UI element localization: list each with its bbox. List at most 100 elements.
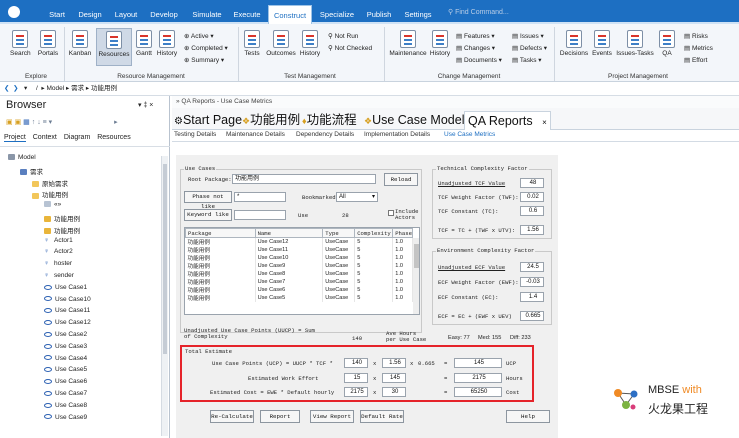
app-menu-icon[interactable] — [8, 6, 20, 18]
recalculate-button[interactable]: Re-Calculate — [210, 410, 254, 423]
defects-menu[interactable]: ▤ Defects ▾ — [512, 44, 547, 52]
not-checked-filter[interactable]: ⚲ Not Checked — [328, 44, 372, 52]
phase-not-like-button[interactable]: Phase not like — [184, 191, 232, 210]
tab-specialize[interactable]: Specialize — [316, 5, 358, 24]
tree-item[interactable]: Use Case9 — [44, 414, 87, 421]
tab-testing-details[interactable]: Testing Details — [174, 131, 216, 138]
tree-item[interactable]: Use Case6 — [44, 378, 87, 385]
decisions-button[interactable]: Decisions — [558, 30, 590, 57]
table-row[interactable]: 功能用例 Use Case10 UseCase 5 1.0 — [185, 254, 413, 262]
tab-execute[interactable]: Execute — [230, 5, 264, 24]
table-row[interactable]: 功能用例 Use Case8 UseCase 5 1.0 — [185, 270, 413, 278]
col-complexity[interactable]: Complexity — [354, 228, 394, 238]
tab-develop[interactable]: Develop — [146, 5, 182, 24]
outcomes-button[interactable]: Outcomes — [264, 30, 298, 57]
features-menu[interactable]: ▤ Features ▾ — [456, 32, 495, 40]
tab-use-case-metrics[interactable]: Use Case Metrics — [444, 131, 495, 138]
table-row[interactable]: 功能用例 Use Case6 UseCase 5 1.0 — [185, 286, 413, 294]
back-icon[interactable]: ❮ — [4, 82, 9, 96]
doctab-qa-reports[interactable]: QA Reports × — [464, 111, 551, 130]
not-run-filter[interactable]: ⚲ Not Run — [328, 32, 358, 40]
table-row[interactable]: 功能用例 Use Case7 UseCase 5 1.0 — [185, 278, 413, 286]
doctab-functional-flow[interactable]: ♦功能流程 — [302, 111, 357, 130]
tree-item[interactable]: ♀ Actor2 — [44, 248, 73, 255]
tasks-menu[interactable]: ▤ Tasks ▾ — [512, 56, 542, 64]
tree-item[interactable]: Use Case3 — [44, 343, 87, 350]
tab-maintenance-details[interactable]: Maintenance Details — [226, 131, 285, 138]
browser-tab-context[interactable]: Context — [33, 134, 57, 141]
effort-button[interactable]: ▤ Effort — [684, 56, 707, 64]
keyword-like-button[interactable]: Keyword like — [184, 209, 232, 221]
history-button[interactable]: History — [156, 30, 178, 57]
default-rate-button[interactable]: Default Rate — [360, 410, 404, 423]
tree-item[interactable]: Use Case2 — [44, 331, 87, 338]
tree-item[interactable]: ♀ sender — [44, 272, 74, 279]
bookmarked-select[interactable]: All ▾ — [336, 192, 378, 202]
tab-construct[interactable]: Construct — [268, 5, 312, 24]
close-icon[interactable]: × — [542, 118, 547, 127]
change-history-button[interactable]: History — [428, 30, 452, 57]
report-button[interactable]: Report — [260, 410, 300, 423]
tree-item[interactable]: 功能用例 — [44, 213, 80, 223]
kanban-button[interactable]: Kanban — [68, 30, 92, 57]
browser-tab-diagram[interactable]: Diagram — [64, 134, 90, 141]
tree-item[interactable]: 功能用例 — [44, 225, 80, 235]
documents-menu[interactable]: ▤ Documents ▾ — [456, 56, 502, 64]
doctab-start-page[interactable]: ⚙Start Page — [174, 111, 242, 130]
col-phase[interactable]: Phase — [392, 228, 413, 238]
ecf-weight-field[interactable]: -0.03 — [520, 277, 544, 287]
col-package[interactable]: Package — [185, 228, 256, 238]
tcf-weight-field[interactable]: 0.02 — [520, 192, 544, 202]
events-button[interactable]: Events — [590, 30, 614, 57]
forward-icon[interactable]: ❯ — [13, 82, 18, 96]
tree-item[interactable]: 功能用例 — [32, 189, 68, 199]
resources-button[interactable]: Resources — [96, 28, 132, 66]
tree-item[interactable]: Use Case10 — [44, 296, 91, 303]
new-element-icon[interactable]: ▦ — [23, 119, 30, 126]
test-history-button[interactable]: History — [298, 30, 322, 57]
qa-button[interactable]: QA — [658, 30, 676, 57]
summary-filter[interactable]: ⊕ Summary ▾ — [184, 56, 224, 64]
tree-item[interactable]: 原始需求 — [32, 178, 68, 188]
tests-button[interactable]: Tests — [242, 30, 262, 57]
breadcrumb-model[interactable]: Model — [47, 85, 65, 92]
include-actors-checkbox[interactable] — [388, 210, 394, 216]
keyword-filter-field[interactable] — [234, 210, 286, 220]
new-diagram-icon[interactable]: ▣ — [15, 119, 22, 126]
tree-item[interactable]: Model — [8, 154, 36, 161]
help-button[interactable]: Help — [506, 410, 550, 423]
table-row[interactable]: 功能用例 Use Case11 UseCase 5 1.0 — [185, 246, 413, 254]
phase-filter-field[interactable]: * — [234, 192, 286, 202]
ecf-constant-field[interactable]: 1.4 — [520, 292, 544, 302]
dropdown-icon[interactable]: ▾ — [24, 82, 27, 96]
tree-item[interactable]: ♀ hoster — [44, 260, 72, 267]
tab-publish[interactable]: Publish — [362, 5, 396, 24]
risks-button[interactable]: ▤ Risks — [684, 32, 708, 40]
search-button[interactable]: Search — [10, 30, 31, 57]
tab-settings[interactable]: Settings — [400, 5, 436, 24]
table-row[interactable]: 功能用例 Use Case9 UseCase 5 1.0 — [185, 262, 413, 270]
menu-icon[interactable]: ≡ ▾ — [43, 119, 53, 126]
tab-implementation-details[interactable]: Implementation Details — [364, 131, 430, 138]
gantt-button[interactable]: Gantt — [134, 30, 154, 57]
tree-item[interactable]: ♀ Actor1 — [44, 237, 73, 244]
tree-item[interactable]: Use Case11 — [44, 307, 90, 314]
tree-item[interactable]: Use Case5 — [44, 366, 87, 373]
tree-item[interactable]: Use Case1 — [44, 284, 87, 291]
tree-item[interactable]: Use Case4 — [44, 355, 87, 362]
reload-button[interactable]: Reload — [384, 173, 418, 186]
col-type[interactable]: Type — [322, 228, 356, 238]
view-report-button[interactable]: View Report — [310, 410, 354, 423]
find-command-box[interactable]: ⚲ Find Command... — [448, 7, 548, 19]
root-package-field[interactable]: 功能用例 — [232, 174, 376, 184]
new-package-icon[interactable]: ▣ — [6, 119, 13, 126]
move-up-icon[interactable]: ↑ — [32, 119, 36, 126]
tab-simulate[interactable]: Simulate — [188, 5, 226, 24]
tcf-constant-field[interactable]: 0.6 — [520, 206, 544, 216]
table-scrollbar[interactable] — [413, 238, 419, 314]
active-filter[interactable]: ⊕ Active ▾ — [184, 32, 214, 40]
tab-design[interactable]: Design — [74, 5, 106, 24]
tcf-unadjusted-field[interactable]: 48 — [520, 178, 544, 188]
changes-menu[interactable]: ▤ Changes ▾ — [456, 44, 495, 52]
breadcrumb-requirements[interactable]: 需求 — [71, 85, 84, 92]
